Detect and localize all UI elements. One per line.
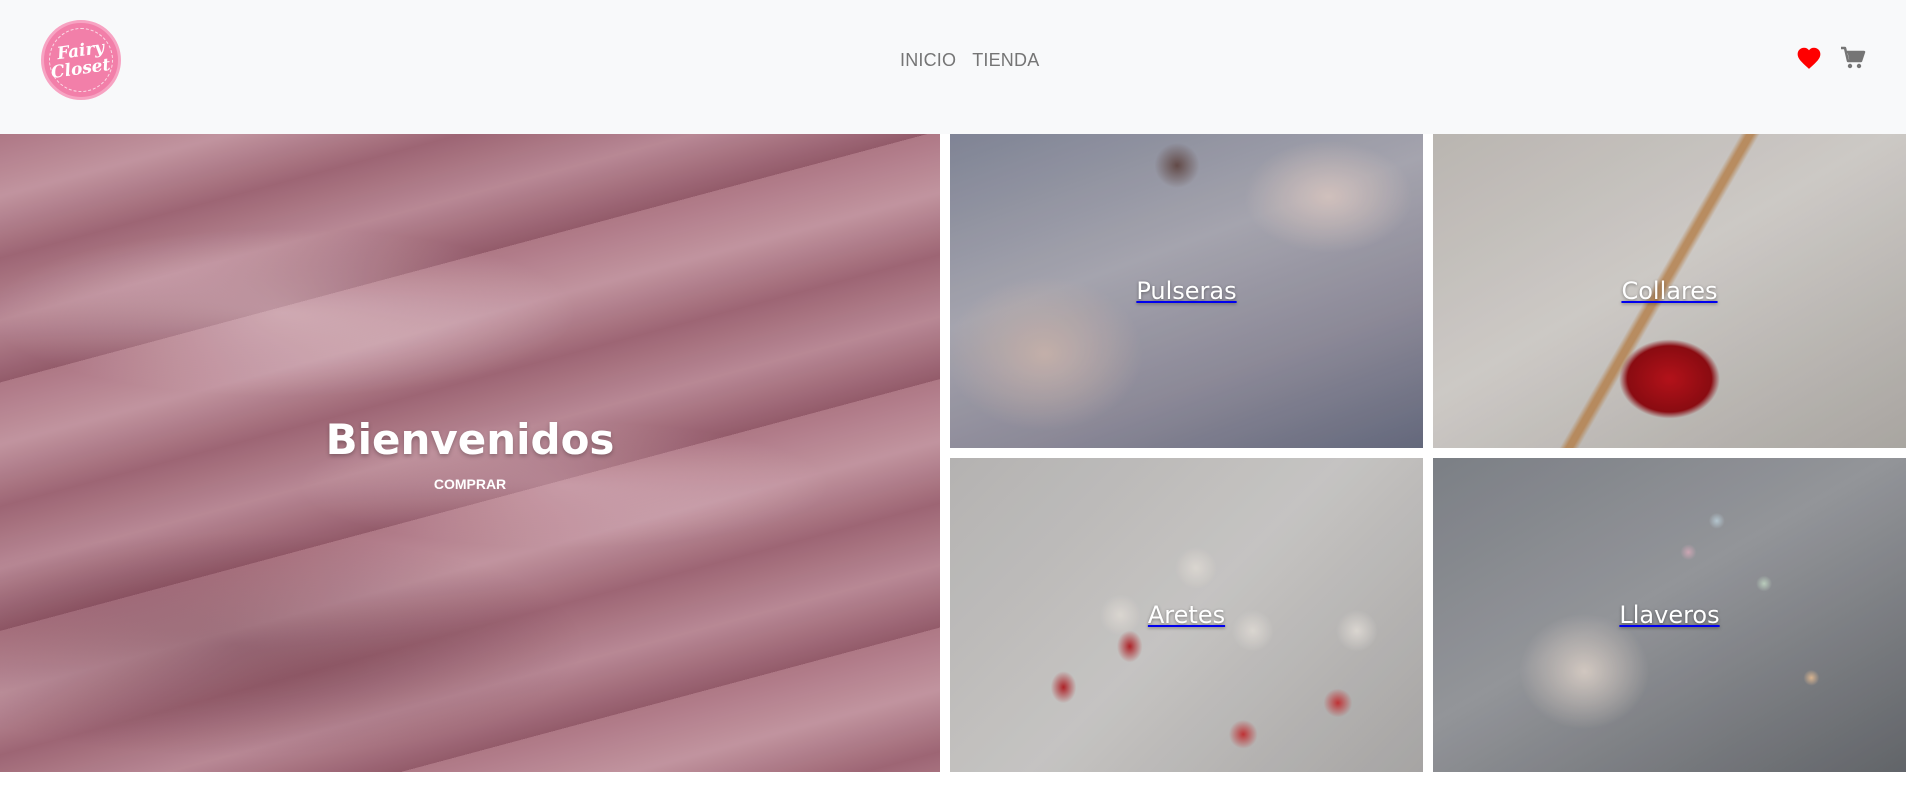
category-label-aretes: Aretes xyxy=(1147,601,1226,629)
category-label-pulseras: Pulseras xyxy=(1136,277,1237,305)
nav-item-inicio[interactable]: INICIO xyxy=(900,50,956,71)
category-label-collares: Collares xyxy=(1621,277,1718,305)
main-nav: INICIO TIENDA xyxy=(900,50,1039,71)
category-tile-collares[interactable]: Collares xyxy=(1433,134,1906,448)
category-label-llaveros: Llaveros xyxy=(1619,601,1720,629)
category-tile-llaveros[interactable]: Llaveros xyxy=(1433,458,1906,772)
category-tile-pulseras[interactable]: Pulseras xyxy=(950,134,1423,448)
shop-now-button[interactable]: COMPRAR xyxy=(434,476,506,492)
category-tile-aretes[interactable]: Aretes xyxy=(950,458,1423,772)
nav-item-tienda[interactable]: TIENDA xyxy=(972,50,1039,71)
brand-logo[interactable]: Fairy Closet xyxy=(41,20,121,100)
hero-title: Bienvenidos xyxy=(325,414,615,464)
heart-icon[interactable] xyxy=(1796,46,1822,70)
header-actions xyxy=(1796,46,1866,70)
cart-icon[interactable] xyxy=(1840,46,1866,70)
site-header: Fairy Closet INICIO TIENDA xyxy=(0,0,1906,134)
hero-banner: Bienvenidos COMPRAR xyxy=(0,134,940,772)
